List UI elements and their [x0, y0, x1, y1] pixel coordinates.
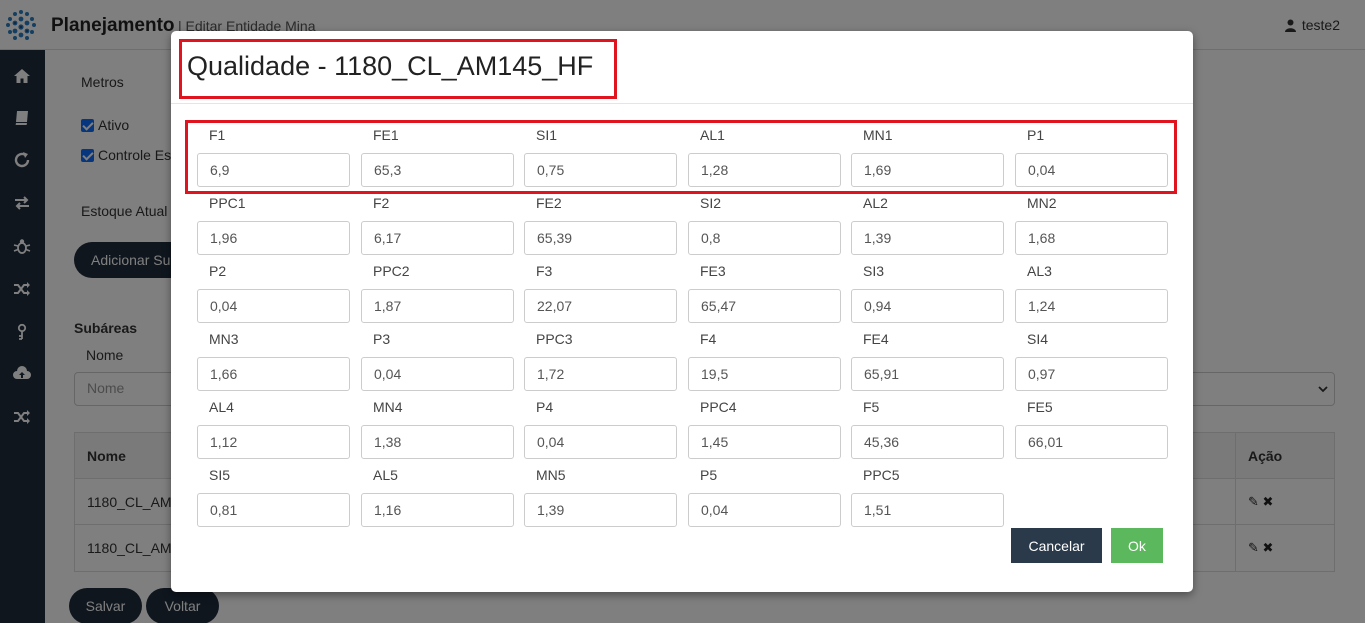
- field-label-p2: P2: [209, 263, 227, 279]
- field-input-ppc4[interactable]: [688, 425, 841, 459]
- field-label-ppc3: PPC3: [536, 331, 573, 347]
- field-label-ppc4: PPC4: [700, 399, 737, 415]
- field-input-p5[interactable]: [688, 493, 841, 527]
- field-input-p3[interactable]: [361, 357, 514, 391]
- field-input-ppc5[interactable]: [851, 493, 1004, 527]
- qualidade-modal: Qualidade - 1180_CL_AM145_HF F1FE1SI1AL1…: [171, 31, 1193, 592]
- field-label-al4: AL4: [209, 399, 234, 415]
- field-input-p4[interactable]: [524, 425, 677, 459]
- field-input-f2[interactable]: [361, 221, 514, 255]
- field-input-si1[interactable]: [524, 153, 677, 187]
- field-label-mn4: MN4: [373, 399, 403, 415]
- field-input-fe2[interactable]: [524, 221, 677, 255]
- field-label-si1: SI1: [536, 127, 558, 143]
- field-label-f4: F4: [700, 331, 717, 347]
- field-label-fe2: FE2: [536, 195, 562, 211]
- field-label-mn5: MN5: [536, 467, 566, 483]
- field-input-f1[interactable]: [197, 153, 350, 187]
- field-input-al4[interactable]: [197, 425, 350, 459]
- field-input-ppc1[interactable]: [197, 221, 350, 255]
- field-input-f3[interactable]: [524, 289, 677, 323]
- field-input-fe1[interactable]: [361, 153, 514, 187]
- field-input-si3[interactable]: [851, 289, 1004, 323]
- field-label-al2: AL2: [863, 195, 888, 211]
- field-label-mn2: MN2: [1027, 195, 1057, 211]
- field-label-si5: SI5: [209, 467, 231, 483]
- field-input-p1[interactable]: [1015, 153, 1168, 187]
- field-input-mn3[interactable]: [197, 357, 350, 391]
- field-input-fe4[interactable]: [851, 357, 1004, 391]
- field-label-si3: SI3: [863, 263, 885, 279]
- field-label-al1: AL1: [700, 127, 725, 143]
- field-label-ppc5: PPC5: [863, 467, 900, 483]
- field-label-al3: AL3: [1027, 263, 1052, 279]
- field-input-al3[interactable]: [1015, 289, 1168, 323]
- field-label-si4: SI4: [1027, 331, 1049, 347]
- field-input-f5[interactable]: [851, 425, 1004, 459]
- field-label-p5: P5: [700, 467, 718, 483]
- field-label-fe3: FE3: [700, 263, 726, 279]
- field-input-al5[interactable]: [361, 493, 514, 527]
- field-label-fe1: FE1: [373, 127, 399, 143]
- field-label-si2: SI2: [700, 195, 722, 211]
- field-input-fe5[interactable]: [1015, 425, 1168, 459]
- field-label-mn3: MN3: [209, 331, 239, 347]
- field-label-f5: F5: [863, 399, 880, 415]
- field-input-al2[interactable]: [851, 221, 1004, 255]
- field-input-al1[interactable]: [688, 153, 841, 187]
- cancel-button[interactable]: Cancelar: [1011, 528, 1102, 563]
- field-input-mn4[interactable]: [361, 425, 514, 459]
- field-label-f1: F1: [209, 127, 226, 143]
- field-input-fe3[interactable]: [688, 289, 841, 323]
- field-label-ppc1: PPC1: [209, 195, 246, 211]
- field-input-ppc3[interactable]: [524, 357, 677, 391]
- field-label-ppc2: PPC2: [373, 263, 410, 279]
- field-label-p3: P3: [373, 331, 391, 347]
- field-input-f4[interactable]: [688, 357, 841, 391]
- field-input-si4[interactable]: [1015, 357, 1168, 391]
- field-input-si2[interactable]: [688, 221, 841, 255]
- field-label-fe5: FE5: [1027, 399, 1053, 415]
- highlight-box-title: [179, 39, 617, 99]
- ok-button[interactable]: Ok: [1111, 528, 1163, 563]
- field-input-ppc2[interactable]: [361, 289, 514, 323]
- field-label-al5: AL5: [373, 467, 398, 483]
- field-label-f2: F2: [373, 195, 390, 211]
- field-label-f3: F3: [536, 263, 553, 279]
- field-input-mn2[interactable]: [1015, 221, 1168, 255]
- field-input-p2[interactable]: [197, 289, 350, 323]
- field-label-p1: P1: [1027, 127, 1045, 143]
- field-input-mn5[interactable]: [524, 493, 677, 527]
- field-label-mn1: MN1: [863, 127, 893, 143]
- field-input-si5[interactable]: [197, 493, 350, 527]
- field-label-fe4: FE4: [863, 331, 889, 347]
- field-input-mn1[interactable]: [851, 153, 1004, 187]
- field-label-p4: P4: [536, 399, 554, 415]
